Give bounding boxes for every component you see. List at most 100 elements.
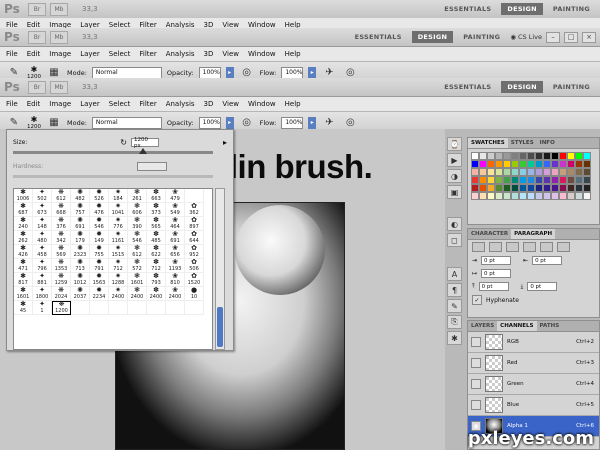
swatch-grid[interactable] — [468, 149, 599, 203]
menu-file[interactable]: File — [6, 50, 18, 58]
zoom-level[interactable]: 33,3 — [82, 5, 98, 13]
brush-preset-cell[interactable]: ✺ 482 — [71, 189, 90, 203]
zoom-level[interactable]: 33,3 — [82, 83, 98, 91]
brush-preset-cell[interactable]: ✦ 458 — [33, 245, 52, 259]
brush-preset-cell[interactable]: ✽ 2400 — [147, 287, 166, 301]
tab-info[interactable]: INFO — [537, 138, 558, 148]
brush-preset-cell[interactable]: ❀ 656 — [166, 245, 185, 259]
indent-right-field[interactable]: 0 pt — [532, 256, 563, 265]
swatch[interactable] — [527, 168, 535, 176]
swatch[interactable] — [519, 168, 527, 176]
swatch[interactable] — [495, 176, 503, 184]
brush-preset-cell[interactable]: ❋ 2024 — [52, 287, 71, 301]
brush-preset-cell[interactable]: ❀ 1193 — [166, 259, 185, 273]
swatch[interactable] — [519, 176, 527, 184]
brush-preset-cell[interactable]: ✦ 796 — [33, 259, 52, 273]
brush-preset-cell[interactable]: ✱ 262 — [14, 231, 33, 245]
swatch[interactable] — [487, 168, 495, 176]
align-center-button[interactable] — [489, 242, 502, 252]
visibility-toggle[interactable] — [471, 358, 481, 368]
opacity-slider-arrow-icon[interactable]: ▸ — [225, 116, 234, 129]
space-before-field[interactable]: 0 pt — [478, 282, 509, 291]
menu-view[interactable]: View — [222, 100, 239, 108]
swatch[interactable] — [543, 184, 551, 192]
swatch[interactable] — [575, 152, 583, 160]
swatch[interactable] — [503, 168, 511, 176]
flow-slider-arrow-icon[interactable]: ▸ — [308, 66, 317, 79]
swatch[interactable] — [567, 184, 575, 192]
swatch[interactable] — [471, 176, 479, 184]
swatch[interactable] — [583, 168, 591, 176]
channel-row-green[interactable]: Green Ctrl+4 — [468, 374, 599, 395]
brush-preset-cell[interactable]: ❃ 612 — [128, 245, 147, 259]
tab-swatches[interactable]: SWATCHES — [468, 138, 508, 148]
swatch[interactable] — [511, 152, 519, 160]
justify-all-button[interactable] — [557, 242, 570, 252]
brush-preset-cell[interactable]: ✦ 502 — [33, 189, 52, 203]
swatch[interactable] — [583, 192, 591, 200]
clone-source-icon[interactable]: ⎘ — [447, 315, 462, 329]
swatch[interactable] — [511, 160, 519, 168]
brush-preset-cell[interactable]: ✱ 687 — [14, 203, 33, 217]
menu-edit[interactable]: Edit — [27, 100, 41, 108]
brush-preset-picker[interactable]: ✱ 1200 — [27, 115, 41, 130]
menu-layer[interactable]: Layer — [80, 50, 100, 58]
brush-preset-cell[interactable]: ❀ 464 — [166, 217, 185, 231]
swatch[interactable] — [487, 192, 495, 200]
brush-preset-cell[interactable]: ✹ 791 — [90, 259, 109, 273]
justify-left-button[interactable] — [523, 242, 536, 252]
menu-select[interactable]: Select — [109, 50, 131, 58]
brush-preset-cell[interactable]: ✺ 691 — [71, 217, 90, 231]
paragraph-icon[interactable]: ¶ — [447, 283, 462, 297]
first-line-indent-field[interactable]: 0 pt — [481, 269, 512, 278]
swatch[interactable] — [511, 168, 519, 176]
swatch[interactable] — [487, 176, 495, 184]
swatch[interactable] — [479, 184, 487, 192]
swatch[interactable] — [551, 152, 559, 160]
tab-paragraph[interactable]: PARAGRAPH — [511, 229, 556, 239]
brush-preset-cell[interactable]: ❀ 549 — [166, 203, 185, 217]
brush-preset-cell[interactable]: ✽ 712 — [147, 259, 166, 273]
brush-preset-cell[interactable]: ● 10 — [185, 287, 204, 301]
visibility-toggle[interactable] — [471, 379, 481, 389]
swatch[interactable] — [511, 184, 519, 192]
panel-menu-icon[interactable]: ▸ — [223, 138, 227, 147]
swatch[interactable] — [503, 152, 511, 160]
swatch[interactable] — [535, 152, 543, 160]
workspace-essentials[interactable]: ESSENTIALS — [438, 3, 497, 15]
menu-view[interactable]: View — [222, 50, 239, 58]
tab-layers[interactable]: LAYERS — [468, 321, 497, 331]
mode-select[interactable]: Normal — [91, 66, 162, 79]
brush-preset-cell[interactable]: ✿ 1520 — [185, 273, 204, 287]
brush-preset-cell[interactable]: ✷ 712 — [109, 259, 128, 273]
swatch[interactable] — [479, 192, 487, 200]
history-icon[interactable]: ⌚ — [447, 137, 462, 151]
swatch[interactable] — [479, 152, 487, 160]
menu-window[interactable]: Window — [248, 50, 276, 58]
color-icon[interactable]: ◑ — [447, 169, 462, 183]
brush-preset-cell[interactable]: ✽ 663 — [147, 189, 166, 203]
channel-row-red[interactable]: Red Ctrl+3 — [468, 353, 599, 374]
swatch[interactable] — [567, 160, 575, 168]
swatch[interactable] — [495, 168, 503, 176]
actions-icon[interactable]: ▶ — [447, 153, 462, 167]
swatch[interactable] — [479, 160, 487, 168]
brush-preset-cell[interactable]: ❋ 342 — [52, 231, 71, 245]
mode-select[interactable]: Normal — [91, 116, 162, 129]
workspace-painting[interactable]: PAINTING — [457, 31, 506, 43]
brush-preset-cell[interactable]: ✹ 2234 — [90, 287, 109, 301]
brush-preset-cell[interactable]: ✹ 149 — [90, 231, 109, 245]
flow-field[interactable]: 100% — [281, 66, 304, 79]
swatch[interactable] — [551, 176, 559, 184]
brush-preset-cell[interactable] — [71, 301, 90, 315]
swatch[interactable] — [559, 160, 567, 168]
swatch[interactable] — [535, 184, 543, 192]
brush-panel-icon[interactable]: ✱ — [447, 331, 462, 345]
brush-preset-cell[interactable]: ✿ 362 — [185, 203, 204, 217]
flow-slider-arrow-icon[interactable]: ▸ — [308, 116, 317, 129]
swatch[interactable] — [503, 184, 511, 192]
bridge-button[interactable]: Br — [28, 30, 46, 44]
swatch[interactable] — [567, 176, 575, 184]
minimize-button[interactable]: – — [546, 31, 560, 43]
workspace-essentials[interactable]: ESSENTIALS — [349, 31, 408, 43]
